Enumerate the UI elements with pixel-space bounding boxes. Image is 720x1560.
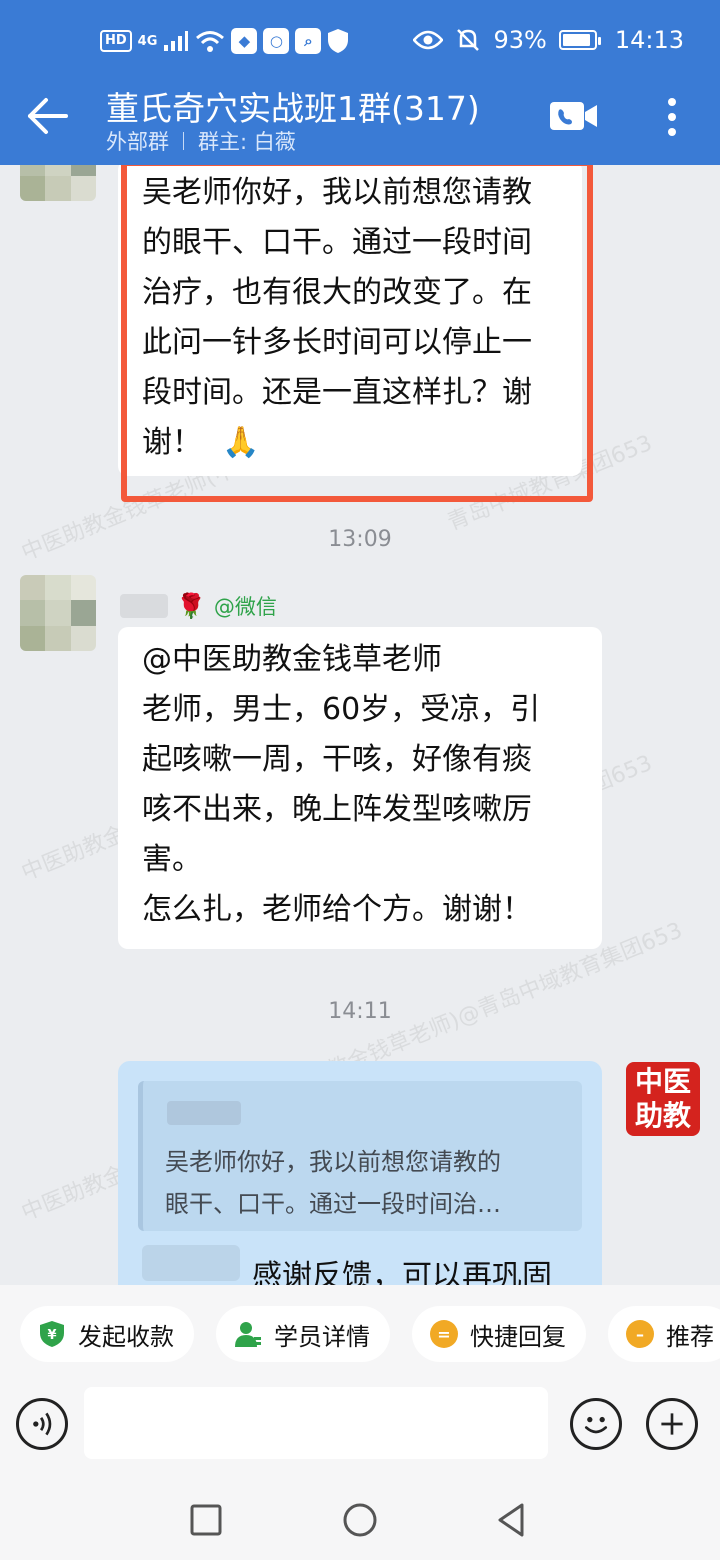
own-avatar-text: 中医	[634, 1065, 691, 1098]
chat-subtitle: 外部群 群主: 白薇	[106, 126, 296, 156]
timestamp: 14:11	[328, 999, 392, 1024]
svg-text:¥: ¥	[47, 1328, 56, 1343]
chat-title: 董氏奇穴实战班1群(317)	[106, 89, 480, 128]
chip-label: 学员详情	[274, 1322, 370, 1351]
own-avatar[interactable]: 中医 助教	[626, 1062, 700, 1136]
mute-bell-icon	[457, 29, 480, 51]
own-avatar-text: 助教	[634, 1099, 691, 1132]
recommend-icon: –	[626, 1320, 654, 1348]
message-text-line: 害。	[142, 842, 202, 877]
voice-input-icon[interactable]	[16, 1398, 68, 1450]
timestamp: 13:09	[328, 527, 392, 552]
message-text-line: 怎么扎，老师给个方。谢谢！	[142, 892, 532, 927]
group-owner-label: 群主: 白薇	[198, 130, 296, 154]
battery-percent: 93%	[493, 26, 547, 54]
message-text-line: 起咳嗽一周，干咳，好像有痰	[142, 742, 532, 777]
eye-icon	[413, 30, 444, 50]
status-bar: HD 4G ◆ ○ ⌕ 93% 14:13	[0, 0, 720, 84]
wechat-source-tag: @微信	[213, 595, 277, 619]
message-text-line: 咳不出来，晚上阵发型咳嗽厉	[142, 792, 532, 827]
person-icon	[235, 1322, 261, 1347]
plus-icon[interactable]	[646, 1398, 698, 1450]
reply-text: 感谢反馈，可以再巩固	[252, 1259, 552, 1285]
sender-avatar[interactable]	[20, 165, 96, 201]
quick-reply-icon: =	[430, 1320, 458, 1348]
input-bar	[0, 1385, 720, 1480]
message-text-line: 老师，男士，60岁，受凉，引	[142, 692, 541, 727]
shield-icon	[328, 29, 349, 53]
rose-icon: 🌹	[176, 592, 206, 620]
recent-apps-icon[interactable]	[186, 1500, 226, 1540]
emoji-icon[interactable]	[570, 1398, 622, 1450]
system-nav-bar	[0, 1480, 720, 1560]
quick-reply-button[interactable]: = 快捷回复	[412, 1306, 586, 1362]
video-call-icon[interactable]	[549, 101, 599, 131]
message-input[interactable]	[84, 1387, 548, 1459]
sender-avatar[interactable]	[20, 575, 96, 651]
mention-blurred	[142, 1245, 240, 1281]
subtitle-divider	[183, 132, 184, 150]
bulb-app-icon: ○	[263, 28, 290, 54]
highlight-frame	[121, 165, 593, 502]
chat-area[interactable]: 中医助教金钱草老师(中医助 青岛中域教育集团653 中医助教金钱草老师(中医助 …	[0, 165, 720, 1285]
battery-icon	[558, 30, 601, 50]
quoted-message[interactable]: 吴老师你好，我以前想您请教的 眼干、口干。通过一段时间治…	[138, 1081, 582, 1231]
chip-label: 发起收款	[78, 1322, 174, 1351]
quoted-text-line: 眼干、口干。通过一段时间治…	[165, 1190, 501, 1218]
home-icon[interactable]	[340, 1500, 380, 1540]
wifi-icon	[196, 31, 225, 52]
recommend-button[interactable]: – 推荐	[608, 1306, 720, 1362]
signal-4g-label: 4G	[137, 33, 158, 49]
back-arrow-icon[interactable]	[22, 90, 74, 142]
clock: 14:13	[614, 26, 684, 54]
more-menu-icon[interactable]	[658, 96, 686, 138]
quoted-text: 吴老师你好，我以前想您请教的 眼干、口干。通过一段时间治…	[165, 1141, 575, 1225]
message-bubble[interactable]: @中医助教金钱草老师 老师，男士，60岁，受凉，引 起咳嗽一周，干咳，好像有痰 …	[118, 627, 602, 949]
chip-label: 快捷回复	[470, 1322, 566, 1351]
group-type-label: 外部群	[106, 130, 169, 154]
back-nav-icon[interactable]	[492, 1500, 532, 1540]
chip-label: 推荐	[666, 1322, 714, 1351]
student-detail-button[interactable]: 学员详情	[216, 1306, 390, 1362]
status-right-icons: 93% 14:13	[413, 26, 684, 54]
message-text-line: @中医助教金钱草老师	[142, 642, 442, 677]
own-message-bubble[interactable]: 吴老师你好，我以前想您请教的 眼干、口干。通过一段时间治… 感谢反馈，可以再巩固	[118, 1061, 602, 1285]
quick-action-bar: ¥ 发起收款 学员详情 = 快捷回复 – 推荐	[0, 1285, 720, 1385]
chat-header: HD 4G ◆ ○ ⌕ 93% 14:13 董氏奇穴实战班1群(317) 外部群…	[0, 0, 720, 165]
quoted-text-line: 吴老师你好，我以前想您请教的	[165, 1148, 501, 1176]
sender-name-blurred	[120, 594, 168, 618]
sender-name-row: 🌹 @微信	[120, 591, 277, 621]
collect-payment-button[interactable]: ¥ 发起收款	[20, 1306, 194, 1362]
search-app-icon: ⌕	[295, 28, 322, 54]
yuan-shield-icon: ¥	[40, 1321, 64, 1347]
signal-icon	[164, 31, 189, 51]
hd-indicator: HD	[100, 30, 132, 52]
status-left-icons: HD 4G ◆ ○ ⌕	[100, 28, 349, 54]
shield-app-icon: ◆	[231, 28, 258, 54]
battery-fill	[562, 34, 591, 46]
quoted-sender-blurred	[167, 1101, 241, 1125]
